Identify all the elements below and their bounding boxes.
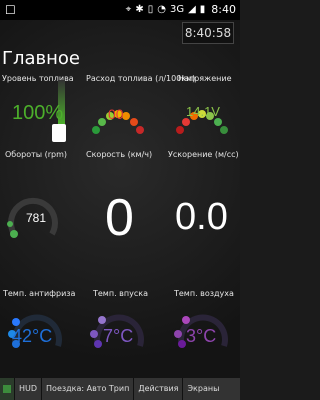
speed-value: 0 (105, 189, 134, 247)
rpm-value: 781 (26, 211, 47, 225)
fuel-pump-icon (52, 124, 66, 142)
acceleration-value: 0.0 (175, 196, 228, 238)
screens-button[interactable]: Экраны (183, 378, 240, 400)
page-title: Главное (2, 48, 80, 69)
fuel-consumption-value: 00 (108, 106, 124, 122)
vibrate-icon: ▯ (147, 4, 154, 15)
trip-button[interactable]: Поездка: Авто Трип (42, 378, 135, 400)
status-bar: ☐ ⌖ ✱ ▯ ◔ 3G ◢ ▮ 8:40 (0, 0, 240, 20)
actions-button[interactable]: Действия (134, 378, 184, 400)
coolant-temp-value: 42°C (12, 326, 53, 346)
voltage-label: Напряжение (178, 74, 232, 83)
signal-label: 3G (169, 4, 185, 15)
air-temp-label: Темп. воздуха (174, 289, 234, 298)
signal-icon: ◢ (188, 4, 196, 15)
status-time: 8:40 (211, 3, 236, 16)
rpm-label: Обороты (rpm) (5, 150, 68, 159)
status-indicator-icon[interactable] (0, 378, 15, 400)
air-temp-value: 3°C (186, 326, 217, 346)
coolant-temp-label: Темп. антифриза (3, 289, 76, 298)
notification-icon: ☐ (5, 3, 16, 17)
battery-icon: ▮ (199, 4, 206, 15)
hud-button[interactable]: HUD (15, 378, 43, 400)
clock-display: 8:40:58 (182, 22, 234, 44)
bluetooth-icon: ✱ (135, 4, 144, 15)
intake-temp-value: 7°C (103, 326, 134, 346)
wifi-icon: ◔ (157, 4, 166, 15)
voltage-value: 14.1V (186, 104, 220, 119)
bottom-nav: HUD Поездка: Авто Трип Действия Экраны (0, 378, 240, 400)
speed-label: Скорость (км/ч) (86, 150, 153, 159)
fuel-level-value: 100% (12, 102, 64, 124)
intake-temp-label: Темп. впуска (93, 289, 148, 298)
location-icon: ⌖ (125, 4, 132, 15)
acceleration-label: Ускорение (м/сс) (168, 150, 239, 159)
